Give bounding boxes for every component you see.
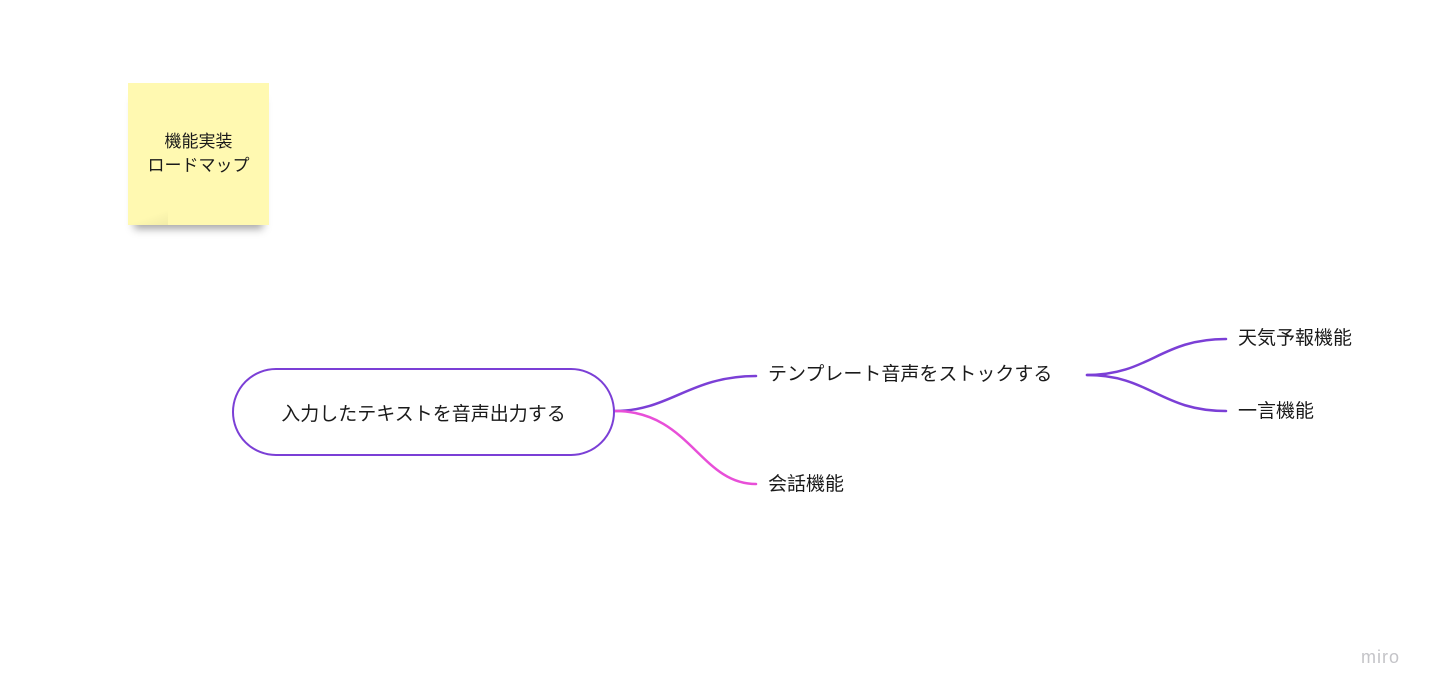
mindmap-node-weather-forecast[interactable]: 天気予報機能 — [1238, 326, 1352, 350]
connector-root-to-conversation — [613, 409, 758, 486]
connector-root-to-template — [613, 374, 758, 413]
connector-template-to-phrase — [1085, 373, 1228, 413]
sticky-note[interactable]: 機能実装 ロードマップ — [128, 83, 269, 225]
mindmap-node-one-phrase[interactable]: 一言機能 — [1238, 399, 1314, 423]
mindmap-root-node[interactable]: 入力したテキストを音声出力する — [232, 368, 615, 456]
mindmap-node-conversation[interactable]: 会話機能 — [768, 472, 844, 496]
miro-watermark: miro — [1361, 647, 1400, 667]
root-node-label: 入力したテキストを音声出力する — [281, 402, 566, 425]
sticky-note-line-1: 機能実装 — [164, 132, 233, 152]
sticky-note-line-2: ロードマップ — [147, 156, 250, 176]
mindmap-node-template-voice[interactable]: テンプレート音声をストックする — [768, 362, 1052, 386]
connector-template-to-weather — [1085, 337, 1228, 377]
